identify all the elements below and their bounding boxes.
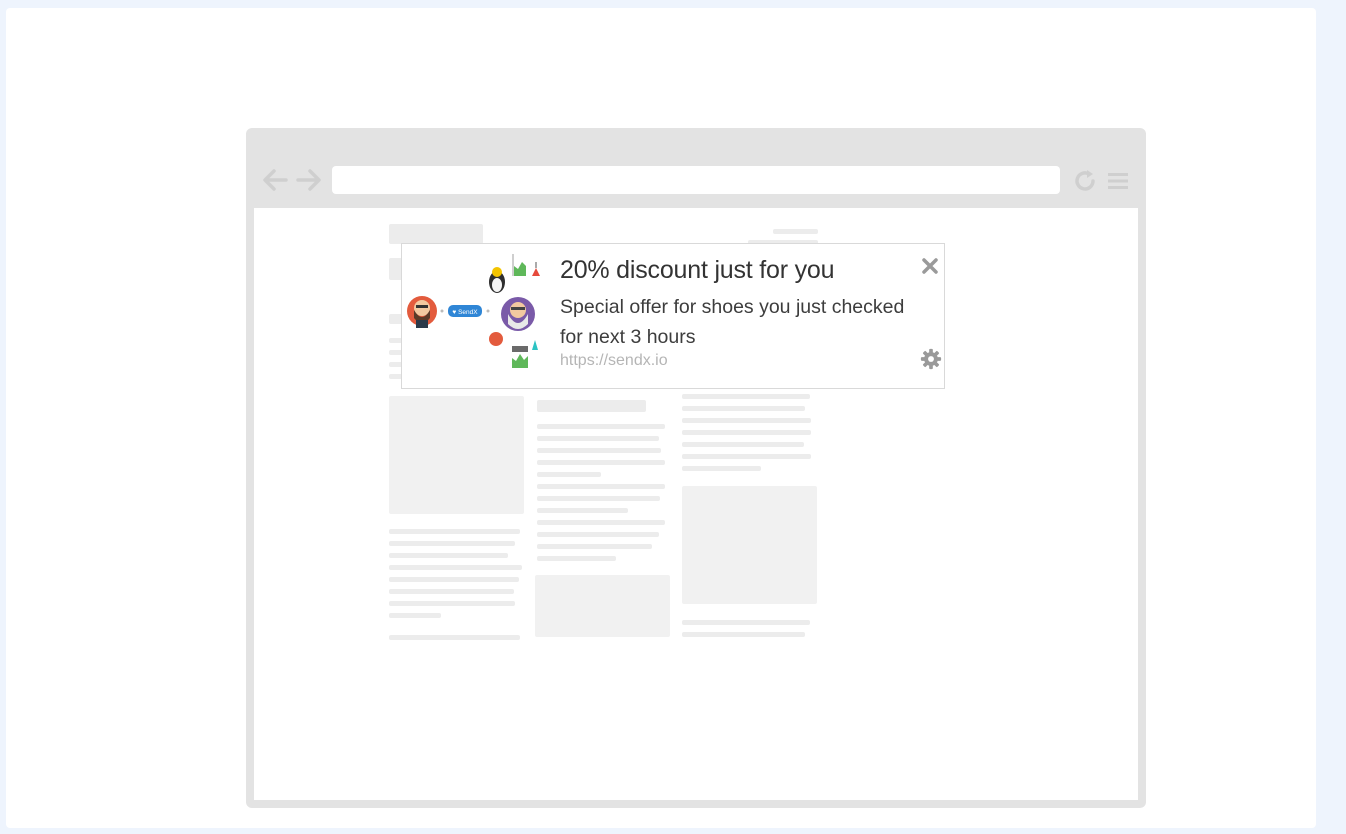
- skeleton-line: [537, 472, 601, 477]
- skeleton-line: [389, 601, 515, 606]
- hamburger-menu-icon[interactable]: [1106, 170, 1130, 192]
- skeleton-line: [537, 556, 616, 561]
- skeleton-logo: [389, 224, 483, 244]
- skeleton-line: [682, 394, 810, 399]
- skeleton-line: [682, 632, 805, 637]
- skeleton-line: [682, 442, 804, 447]
- svg-text:♥ SendX: ♥ SendX: [452, 309, 478, 316]
- skeleton-line: [389, 635, 520, 640]
- skeleton-image: [535, 575, 670, 637]
- skeleton-line: [389, 529, 520, 534]
- skeleton-line: [389, 589, 514, 594]
- skeleton-image: [682, 486, 817, 604]
- skeleton-line: [537, 436, 659, 441]
- forward-arrow-icon[interactable]: [294, 166, 324, 194]
- skeleton-line: [537, 496, 660, 501]
- skeleton-line: [389, 613, 441, 618]
- skeleton-line: [537, 424, 665, 429]
- notification-title: 20% discount just for you: [560, 256, 835, 284]
- gear-icon[interactable]: [920, 348, 942, 370]
- notification-body: Special offer for shoes you just checked…: [560, 296, 905, 348]
- skeleton-line: [389, 553, 508, 558]
- address-bar[interactable]: [332, 166, 1060, 194]
- skeleton-line: [682, 406, 805, 411]
- notification-illustration: ♥ SendX: [407, 254, 540, 368]
- skeleton-line: [682, 466, 761, 471]
- skeleton-line: [537, 508, 628, 513]
- close-icon[interactable]: [920, 256, 940, 276]
- skeleton-line: [682, 430, 811, 435]
- skeleton-line: [389, 577, 519, 582]
- skeleton-line: [389, 565, 522, 570]
- skeleton-line: [537, 484, 665, 489]
- skeleton-heading: [537, 400, 646, 412]
- browser-mockup: [246, 128, 1146, 808]
- reload-icon[interactable]: [1072, 168, 1098, 194]
- skeleton-line: [537, 448, 661, 453]
- skeleton-line: [682, 620, 810, 625]
- skeleton-line: [389, 541, 515, 546]
- skeleton-line: [773, 229, 818, 234]
- skeleton-image: [389, 396, 524, 514]
- skeleton-line: [682, 418, 811, 423]
- skeleton-line: [537, 460, 665, 465]
- skeleton-line: [537, 544, 652, 549]
- back-arrow-icon[interactable]: [260, 166, 290, 194]
- push-notification[interactable]: ♥ SendX 20% discount just for you Specia…: [401, 243, 945, 389]
- skeleton-line: [682, 454, 811, 459]
- notification-url: https://sendx.io: [560, 352, 668, 369]
- skeleton-line: [537, 532, 659, 537]
- skeleton-line: [537, 520, 665, 525]
